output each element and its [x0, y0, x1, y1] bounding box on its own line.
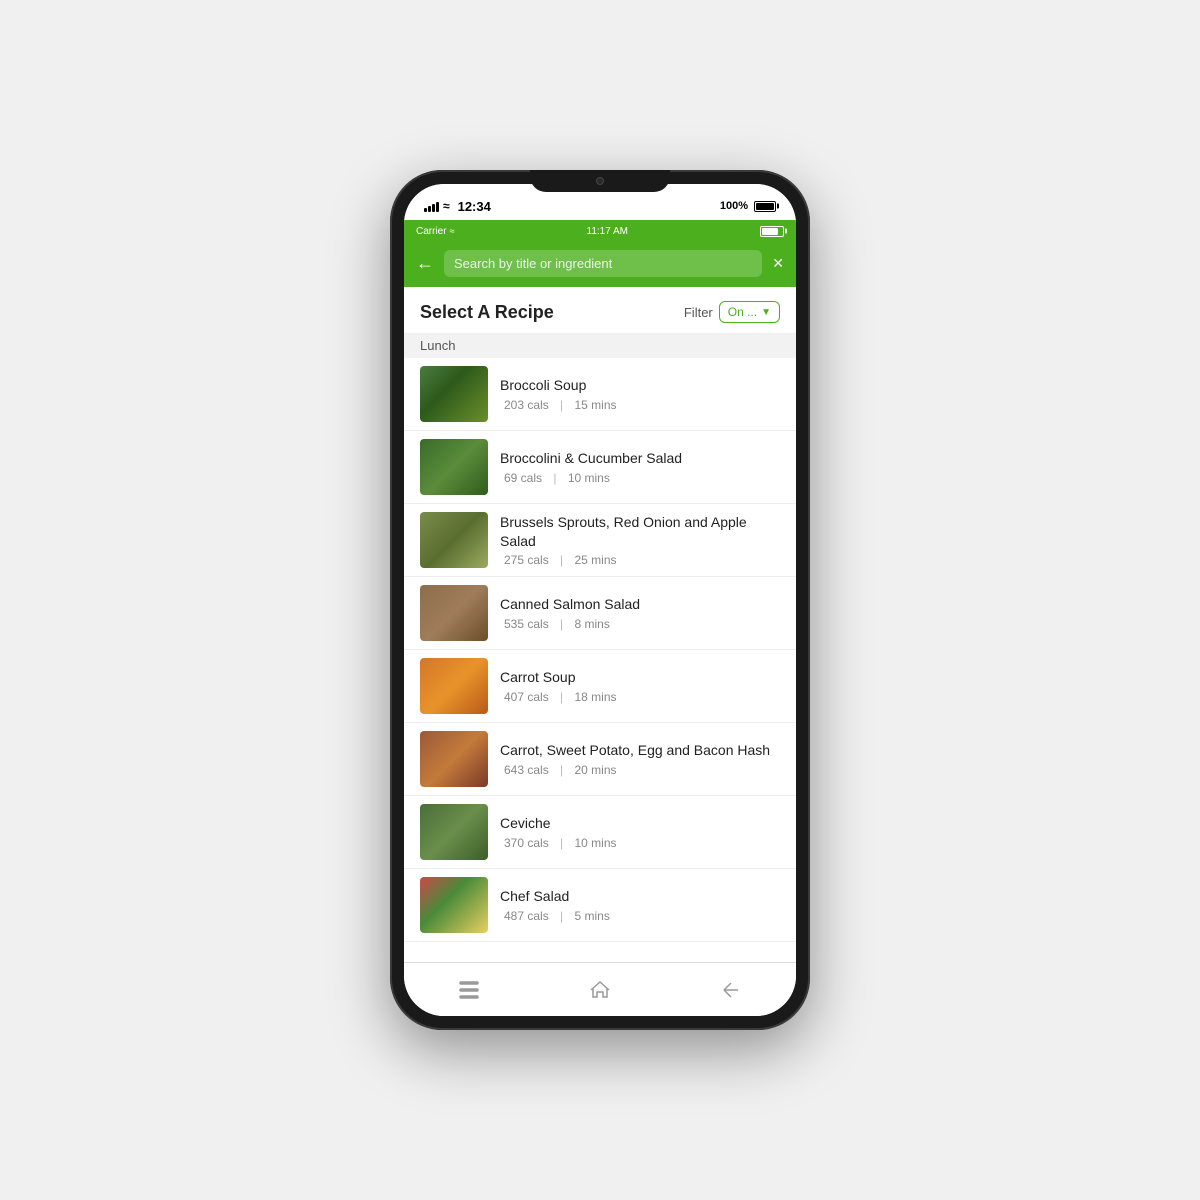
battery-icon [754, 201, 776, 212]
recipe-info: Chef Salad 487 cals | 5 mins [500, 887, 780, 922]
nav-home-button[interactable] [582, 972, 618, 1008]
recipe-time: 5 mins [575, 909, 610, 923]
back-button[interactable]: ← [416, 253, 434, 274]
recipe-time: 20 mins [575, 763, 617, 777]
recipe-name: Broccoli Soup [500, 376, 780, 394]
phone-screen: ≈ 12:34 100% Carrier ≈ 11:17 AM [404, 184, 796, 1016]
app-time: 11:17 AM [587, 226, 629, 237]
search-placeholder: Search by title or ingredient [454, 256, 752, 271]
meta-divider: | [557, 909, 567, 923]
recipe-name: Broccolini & Cucumber Salad [500, 449, 780, 467]
search-bar: ← Search by title or ingredient ✕ [404, 242, 796, 287]
recipe-time: 25 mins [575, 553, 617, 567]
carrier-wifi-icon: ≈ [450, 226, 455, 236]
search-field[interactable]: Search by title or ingredient [444, 250, 762, 277]
recipe-item[interactable]: Broccoli Soup 203 cals | 15 mins [404, 358, 796, 431]
meta-divider: | [557, 553, 567, 567]
signal-icon [424, 200, 439, 212]
recipe-cals: 69 cals [504, 471, 542, 485]
recipe-thumbnail [420, 439, 488, 495]
page-title: Select A Recipe [420, 302, 554, 323]
recipe-time: 10 mins [568, 471, 610, 485]
recipe-item[interactable]: Ceviche 370 cals | 10 mins [404, 796, 796, 869]
carrier-label: Carrier ≈ [416, 226, 455, 237]
recipe-cals: 643 cals [504, 763, 549, 777]
recipe-cals: 203 cals [504, 398, 549, 412]
meta-divider: | [557, 690, 567, 704]
recipe-info: Broccolini & Cucumber Salad 69 cals | 10 … [500, 449, 780, 484]
recipe-meta: 69 cals | 10 mins [500, 471, 780, 485]
recipe-list: Broccoli Soup 203 cals | 15 mins Broccolin… [404, 358, 796, 942]
app-battery [760, 226, 784, 237]
recipe-thumbnail [420, 585, 488, 641]
meta-divider: | [557, 836, 567, 850]
recipe-time: 10 mins [575, 836, 617, 850]
recipe-meta: 487 cals | 5 mins [500, 909, 780, 923]
filter-label: Filter [684, 305, 713, 320]
notch [530, 170, 670, 192]
recipe-item[interactable]: Canned Salmon Salad 535 cals | 8 mins [404, 577, 796, 650]
bottom-nav [404, 962, 796, 1016]
nav-menu-button[interactable] [451, 972, 487, 1008]
recipe-meta: 275 cals | 25 mins [500, 553, 780, 567]
recipe-time: 15 mins [575, 398, 617, 412]
meta-divider: | [550, 471, 560, 485]
os-status-left: ≈ 12:34 [424, 199, 491, 214]
recipe-name: Brussels Sprouts, Red Onion and Apple Sa… [500, 513, 780, 549]
recipe-thumbnail [420, 731, 488, 787]
os-time: 12:34 [458, 199, 491, 214]
meta-divider: | [557, 763, 567, 777]
recipe-meta: 370 cals | 10 mins [500, 836, 780, 850]
recipe-info: Broccoli Soup 203 cals | 15 mins [500, 376, 780, 411]
recipe-cals: 407 cals [504, 690, 549, 704]
os-status-right: 100% [720, 200, 776, 212]
camera [596, 177, 604, 185]
phone-frame: ≈ 12:34 100% Carrier ≈ 11:17 AM [390, 170, 810, 1030]
wifi-icon: ≈ [443, 199, 450, 213]
recipe-item[interactable]: Broccolini & Cucumber Salad 69 cals | 10 … [404, 431, 796, 504]
recipe-info: Carrot, Sweet Potato, Egg and Bacon Hash… [500, 741, 780, 776]
app-status-bar: Carrier ≈ 11:17 AM [404, 220, 796, 242]
recipe-thumbnail [420, 366, 488, 422]
recipe-name: Carrot, Sweet Potato, Egg and Bacon Hash [500, 741, 780, 759]
recipe-cals: 487 cals [504, 909, 549, 923]
recipe-item[interactable]: Carrot Soup 407 cals | 18 mins [404, 650, 796, 723]
recipe-thumbnail [420, 512, 488, 568]
recipe-info: Brussels Sprouts, Red Onion and Apple Sa… [500, 513, 780, 566]
battery-percent: 100% [720, 200, 748, 212]
recipe-meta: 203 cals | 15 mins [500, 398, 780, 412]
nav-back-button[interactable] [713, 972, 749, 1008]
recipe-meta: 407 cals | 18 mins [500, 690, 780, 704]
filter-button[interactable]: On ... ▼ [719, 301, 780, 323]
recipe-cals: 275 cals [504, 553, 549, 567]
page-header: Select A Recipe Filter On ... ▼ [404, 287, 796, 333]
meta-divider: | [557, 398, 567, 412]
recipe-time: 8 mins [575, 617, 610, 631]
chevron-down-icon: ▼ [761, 307, 771, 318]
filter-area: Filter On ... ▼ [684, 301, 780, 323]
recipe-name: Canned Salmon Salad [500, 595, 780, 613]
filter-value: On ... [728, 305, 757, 319]
recipe-thumbnail [420, 658, 488, 714]
meta-divider: | [557, 617, 567, 631]
recipe-item[interactable]: Carrot, Sweet Potato, Egg and Bacon Hash… [404, 723, 796, 796]
recipe-info: Canned Salmon Salad 535 cals | 8 mins [500, 595, 780, 630]
content-area: Select A Recipe Filter On ... ▼ Lunch Br… [404, 287, 796, 962]
recipe-name: Chef Salad [500, 887, 780, 905]
recipe-info: Ceviche 370 cals | 10 mins [500, 814, 780, 849]
recipe-name: Ceviche [500, 814, 780, 832]
section-header-lunch: Lunch [404, 333, 796, 358]
recipe-thumbnail [420, 804, 488, 860]
recipe-item[interactable]: Chef Salad 487 cals | 5 mins [404, 869, 796, 942]
recipe-cals: 535 cals [504, 617, 549, 631]
clear-search-button[interactable]: ✕ [772, 255, 784, 272]
recipe-name: Carrot Soup [500, 668, 780, 686]
recipe-time: 18 mins [575, 690, 617, 704]
recipe-meta: 535 cals | 8 mins [500, 617, 780, 631]
recipe-cals: 370 cals [504, 836, 549, 850]
recipe-meta: 643 cals | 20 mins [500, 763, 780, 777]
recipe-item[interactable]: Brussels Sprouts, Red Onion and Apple Sa… [404, 504, 796, 577]
recipe-thumbnail [420, 877, 488, 933]
recipe-info: Carrot Soup 407 cals | 18 mins [500, 668, 780, 703]
